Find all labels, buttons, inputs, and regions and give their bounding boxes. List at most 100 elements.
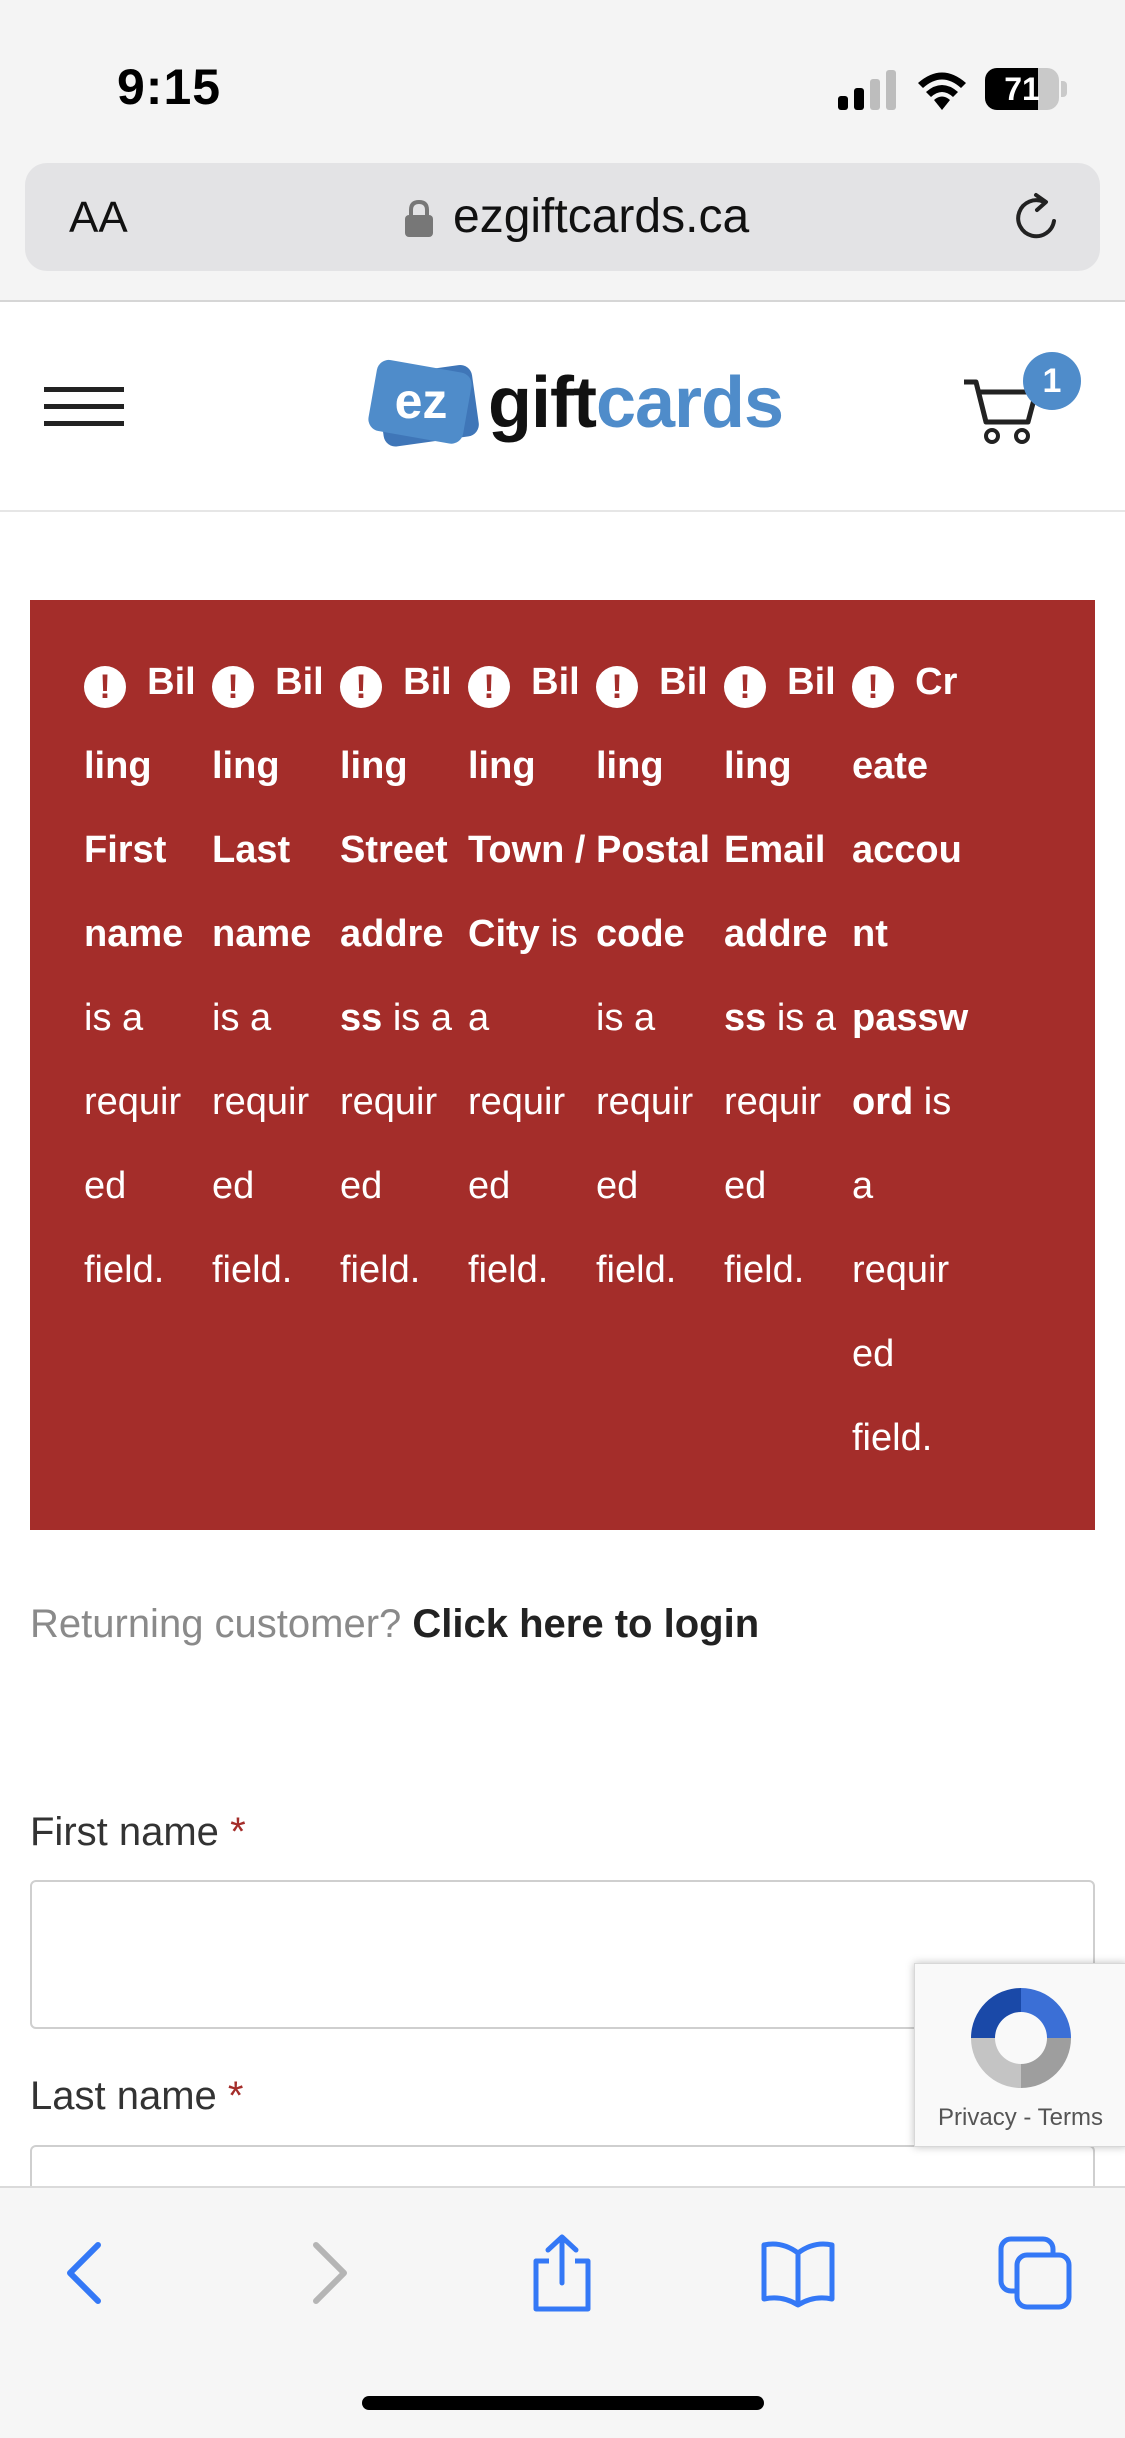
last-name-label: Last name * [30,2074,243,2119]
error-text: field. [852,1417,933,1459]
error-notice: ! Bil ling First name is a requir ed field.! Bi… [30,600,1095,1530]
error-field-name: accou [852,829,962,871]
error-field-name: Cr [915,661,958,703]
error-field-name: code [596,913,685,955]
error-text: requir [596,1081,694,1123]
logo-mark: ez [368,359,479,447]
error-text: is a [84,997,144,1039]
text-size-button[interactable]: AA [69,193,128,243]
first-name-label: First name * [30,1810,246,1855]
recaptcha-links: Privacy - Terms [915,2104,1125,2132]
error-field-name: passw [852,997,969,1039]
error-message: ! Bil ling Postal code is a requir ed field. [596,640,716,1312]
error-text: field. [468,1249,549,1291]
cart-count-badge: 1 [1023,352,1081,410]
recaptcha-terms-link[interactable]: Terms [1038,2104,1103,2131]
error-text: requir [724,1081,822,1123]
error-text: a [852,1165,874,1207]
error-field-name: ling [724,745,792,787]
bookmarks-icon[interactable] [758,2233,838,2313]
share-icon[interactable] [522,2233,602,2313]
url-text[interactable]: ezgiftcards.ca [453,189,749,244]
error-field-name: Town / [468,829,586,871]
error-field-name: Street [340,829,448,871]
error-text: is a [766,997,836,1039]
lock-icon [405,199,433,237]
error-text: is [539,913,578,955]
error-text: requir [340,1081,438,1123]
error-field-name: ling [596,745,664,787]
error-text: ed [852,1333,895,1375]
error-message: ! Bil ling Email addre ss is a requir ed field. [724,640,844,1312]
error-field-name: nt [852,913,888,955]
error-alert-icon: ! [468,666,510,708]
error-field-name: ss [340,997,383,1039]
error-text: requir [212,1081,310,1123]
error-text: is a [596,997,656,1039]
error-field-name: City [468,913,540,955]
error-text: field. [84,1249,165,1291]
error-text: ed [596,1165,639,1207]
back-icon[interactable] [46,2233,126,2313]
forward-icon[interactable] [288,2233,368,2313]
error-text: requir [84,1081,182,1123]
error-field-name: addre [340,913,444,955]
error-text: requir [852,1249,950,1291]
error-message: ! Bil ling First name is a requir ed field. [84,640,204,1312]
error-alert-icon: ! [596,666,638,708]
browser-toolbar: AA ezgiftcards.ca [0,160,1125,302]
error-text: ed [212,1165,255,1207]
required-mark: * [227,2074,244,2118]
error-field-name: Bil [659,661,708,703]
recaptcha-icon [971,1988,1071,2088]
error-text: field. [596,1249,677,1291]
error-alert-icon: ! [340,666,382,708]
error-alert-icon: ! [212,666,254,708]
error-field-name: Last [212,829,291,871]
required-mark: * [230,1810,246,1854]
login-link[interactable]: Click here to login [412,1602,759,1646]
logo-word-cards: cards [595,363,784,443]
error-text: field. [724,1249,805,1291]
address-bar[interactable]: AA ezgiftcards.ca [25,163,1100,271]
error-text: ed [724,1165,767,1207]
error-field-name: First [84,829,167,871]
error-field-name: Bil [787,661,836,703]
logo-mark-text: ez [395,373,448,429]
logo-word-gift: gift [488,363,597,443]
error-field-name: ling [340,745,408,787]
logo-wordmark: giftcards [488,362,784,444]
error-field-name: ling [468,745,536,787]
error-field-name: name [84,913,184,955]
error-alert-icon: ! [724,666,766,708]
error-field-name: Email [724,829,826,871]
recaptcha-privacy-link[interactable]: Privacy [938,2104,1017,2131]
error-field-name: Bil [531,661,580,703]
menu-icon[interactable] [44,382,124,432]
error-text: is a [212,997,272,1039]
error-text: field. [212,1249,293,1291]
error-field-name: Bil [147,661,196,703]
error-field-name: name [212,913,312,955]
returning-customer-notice: Returning customer? Click here to login [30,1602,759,1647]
error-text: ed [84,1165,127,1207]
error-field-name: eate [852,745,929,787]
first-name-label-text: First name [30,1810,219,1854]
error-message: ! Cr eate accou nt passw ord is a requir ed field… [852,640,972,1480]
error-message: ! Bil ling Last name is a requir ed field. [212,640,332,1312]
battery-icon: 71 [985,68,1067,110]
signal-icon [838,70,896,110]
error-field-name: ling [212,745,280,787]
error-field-name: ss [724,997,767,1039]
error-text: ed [340,1165,383,1207]
last-name-label-text: Last name [30,2074,217,2118]
error-text: is [913,1081,952,1123]
battery-percent: 71 [1004,71,1040,107]
tabs-icon[interactable] [995,2233,1075,2313]
reload-icon[interactable] [1010,191,1064,245]
error-text: a [468,997,490,1039]
error-field-name: Bil [275,661,324,703]
recaptcha-badge[interactable]: Privacy - Terms [914,1963,1125,2147]
site-logo[interactable]: ez giftcards [366,352,784,462]
error-message: ! Bil ling Town / City is a requir ed field. [468,640,588,1312]
